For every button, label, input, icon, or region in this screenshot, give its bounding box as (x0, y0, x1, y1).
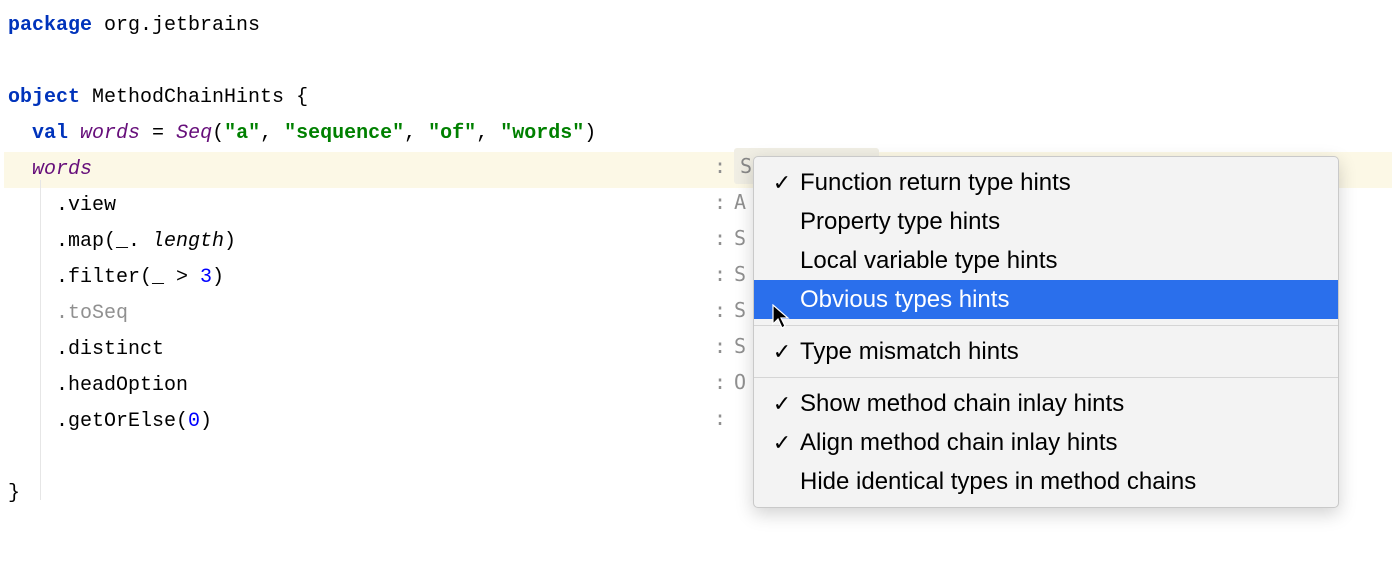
blank-line (4, 44, 1392, 80)
package-name: org.jetbrains (104, 14, 260, 37)
brace-open: { (296, 86, 308, 109)
context-menu[interactable]: ✓ Function return type hints Property ty… (753, 156, 1339, 508)
menu-separator (754, 325, 1338, 326)
indent-guide (40, 180, 41, 500)
keyword-package: package (8, 14, 92, 37)
code-line: val words = Seq("a", "sequence", "of", "… (4, 116, 1392, 152)
menu-item-obvious-types-hints[interactable]: Obvious types hints (754, 280, 1338, 319)
code-line: object MethodChainHints { (4, 80, 1392, 116)
menu-item-local-variable-type-hints[interactable]: Local variable type hints (754, 241, 1338, 280)
menu-item-type-mismatch-hints[interactable]: ✓ Type mismatch hints (754, 332, 1338, 371)
menu-item-function-return-type-hints[interactable]: ✓ Function return type hints (754, 163, 1338, 202)
check-icon: ✓ (768, 430, 796, 456)
menu-item-property-type-hints[interactable]: Property type hints (754, 202, 1338, 241)
words-ref: words (32, 158, 92, 181)
val-name: words (80, 122, 140, 145)
code-line: package org.jetbrains (4, 8, 1392, 44)
menu-separator (754, 377, 1338, 378)
object-name: MethodChainHints (92, 86, 284, 109)
menu-item-show-method-chain-inlay-hints[interactable]: ✓ Show method chain inlay hints (754, 384, 1338, 423)
keyword-val: val (32, 122, 68, 145)
menu-item-align-method-chain-inlay-hints[interactable]: ✓ Align method chain inlay hints (754, 423, 1338, 462)
menu-item-hide-identical-types[interactable]: Hide identical types in method chains (754, 462, 1338, 501)
check-icon: ✓ (768, 339, 796, 365)
check-icon: ✓ (768, 170, 796, 196)
brace-close: } (8, 482, 20, 505)
check-icon: ✓ (768, 391, 796, 417)
seq-constructor: Seq (176, 122, 212, 145)
keyword-object: object (8, 86, 80, 109)
